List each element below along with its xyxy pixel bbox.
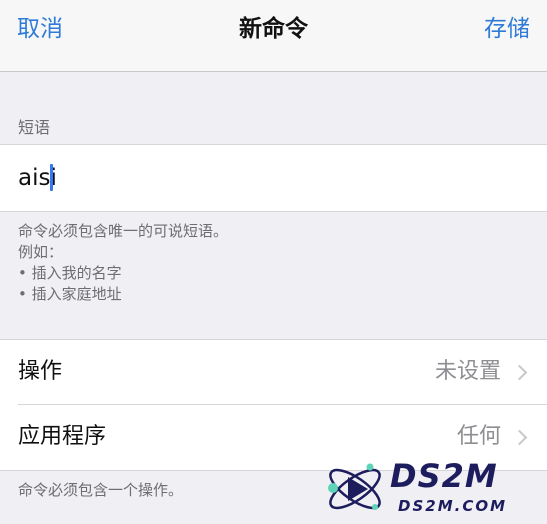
application-label: 应用程序 bbox=[18, 424, 107, 449]
action-row[interactable]: 操作 未设置 bbox=[0, 340, 547, 405]
phrase-footer-line: 命令必须包含唯一的可说短语。 bbox=[18, 222, 229, 240]
text-caret bbox=[50, 164, 53, 191]
chevron-right-icon bbox=[511, 429, 528, 446]
watermark-logo-icon bbox=[328, 463, 381, 510]
phrase-cell[interactable] bbox=[0, 144, 547, 212]
phrase-input[interactable] bbox=[18, 163, 518, 193]
action-value: 未设置 bbox=[434, 359, 501, 384]
phrase-footer: 命令必须包含唯一的可说短语。 例如： • 插入我的名字 • 插入家庭地址 bbox=[18, 221, 228, 305]
phrase-section-header: 短语 bbox=[18, 118, 51, 137]
phrase-footer-line: • 插入我的名字 bbox=[18, 264, 122, 282]
settings-footer: 命令必须包含一个操作。 bbox=[18, 481, 184, 499]
watermark-subtitle: DS2M.COM bbox=[398, 497, 508, 515]
watermark: DS2M DS2M.COM bbox=[320, 455, 547, 524]
phrase-footer-line: • 插入家庭地址 bbox=[18, 285, 122, 303]
save-button[interactable]: 存储 bbox=[484, 14, 530, 44]
chevron-right-icon bbox=[511, 364, 528, 381]
settings-group: 操作 未设置 应用程序 任何 bbox=[0, 339, 547, 471]
application-value: 任何 bbox=[456, 424, 501, 449]
navigation-bar: 取消 新命令 存储 bbox=[0, 0, 547, 72]
page-title: 新命令 bbox=[239, 16, 308, 42]
watermark-title: DS2M bbox=[390, 457, 498, 495]
phrase-footer-line: 例如： bbox=[18, 243, 64, 261]
action-label: 操作 bbox=[18, 359, 63, 384]
